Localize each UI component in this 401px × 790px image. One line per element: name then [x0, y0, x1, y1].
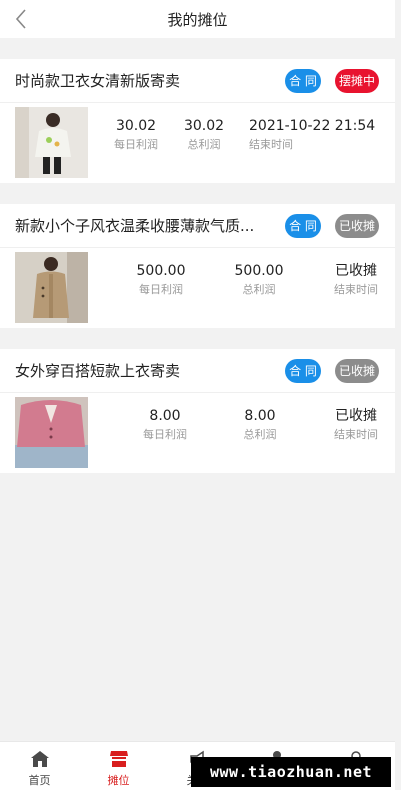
stall-card[interactable]: 时尚款卫衣女清新版寄卖 合 同 摆摊中 30.02 每日利润 30.02 总利润… — [0, 59, 395, 183]
tab-stall-label: 摊位 — [107, 774, 130, 787]
status-badge: 已收摊 — [335, 214, 379, 238]
total-profit-value: 30.02 — [183, 118, 225, 134]
daily-profit-label: 每日利润 — [114, 138, 158, 151]
end-time-label: 结束时间 — [334, 283, 378, 296]
tab-home-label: 首页 — [28, 774, 51, 787]
card-header: 新款小个子风衣温柔收腰薄款气质... 合 同 已收摊 — [0, 204, 395, 248]
daily-profit-stat: 30.02 每日利润 — [108, 117, 164, 153]
daily-profit-value: 30.02 — [115, 118, 157, 134]
stall-title: 新款小个子风衣温柔收腰薄款气质... — [15, 217, 255, 235]
total-profit-stat: 30.02 总利润 — [178, 117, 230, 153]
end-time-stat: 已收摊 结束时间 — [326, 262, 386, 298]
stall-card[interactable]: 女外穿百搭短款上衣寄卖 合 同 已收摊 8.00 每日利润 8.00 总利润 已… — [0, 349, 395, 473]
tab-stall[interactable]: 摊位 — [79, 742, 158, 790]
end-time-label: 结束时间 — [249, 138, 293, 151]
daily-profit-label: 每日利润 — [143, 428, 187, 441]
total-profit-value: 8.00 — [244, 408, 276, 424]
product-thumbnail — [15, 397, 88, 468]
product-thumbnail — [15, 252, 88, 323]
end-time-value: 已收摊 — [335, 408, 377, 424]
back-arrow-icon[interactable] — [10, 6, 32, 32]
end-time-stat: 已收摊 结束时间 — [326, 407, 386, 443]
watermark-banner: www.tiaozhuan.net — [191, 757, 391, 787]
contract-button[interactable]: 合 同 — [285, 69, 321, 93]
contract-button[interactable]: 合 同 — [285, 214, 321, 238]
status-badge: 摆摊中 — [335, 69, 379, 93]
end-time-value: 已收摊 — [335, 263, 377, 279]
watermark-text: www.tiaozhuan.net — [209, 763, 373, 781]
end-time-value: 2021-10-22 21:54 — [249, 118, 376, 134]
total-profit-stat: 8.00 总利润 — [227, 407, 293, 443]
stall-title: 女外穿百搭短款上衣寄卖 — [15, 362, 181, 380]
contract-button[interactable]: 合 同 — [285, 359, 321, 383]
status-badge: 已收摊 — [335, 359, 379, 383]
total-profit-stat: 500.00 总利润 — [226, 262, 292, 298]
home-icon — [30, 749, 50, 769]
end-time-label: 结束时间 — [334, 428, 378, 441]
daily-profit-value: 500.00 — [136, 263, 186, 279]
nav-bar: 我的摊位 — [0, 0, 395, 38]
stall-icon — [109, 749, 129, 769]
daily-profit-stat: 8.00 每日利润 — [132, 407, 198, 443]
total-profit-label: 总利润 — [187, 138, 221, 151]
product-thumbnail — [15, 107, 88, 178]
page-title: 我的摊位 — [167, 10, 228, 29]
total-profit-value: 500.00 — [234, 263, 284, 279]
tab-home[interactable]: 首页 — [0, 742, 79, 790]
stall-card[interactable]: 新款小个子风衣温柔收腰薄款气质... 合 同 已收摊 500.00 每日利润 5… — [0, 204, 395, 328]
daily-profit-stat: 500.00 每日利润 — [128, 262, 194, 298]
end-time-stat: 2021-10-22 21:54 结束时间 — [249, 117, 384, 153]
daily-profit-label: 每日利润 — [139, 283, 183, 296]
stall-title: 时尚款卫衣女清新版寄卖 — [15, 72, 181, 90]
total-profit-label: 总利润 — [243, 428, 277, 441]
daily-profit-value: 8.00 — [149, 408, 181, 424]
card-header: 时尚款卫衣女清新版寄卖 合 同 摆摊中 — [0, 59, 395, 103]
total-profit-label: 总利润 — [242, 283, 276, 296]
card-header: 女外穿百搭短款上衣寄卖 合 同 已收摊 — [0, 349, 395, 393]
